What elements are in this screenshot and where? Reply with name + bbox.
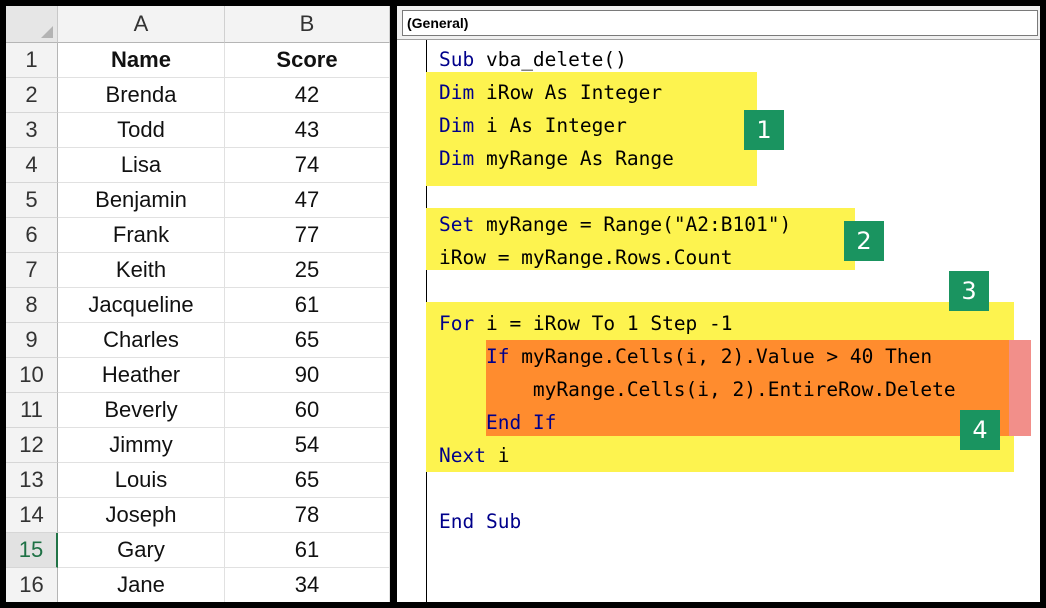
header-cell-name[interactable]: Name xyxy=(58,43,225,78)
cell-score[interactable]: 54 xyxy=(225,428,390,463)
code-keyword: Dim xyxy=(439,147,475,170)
screenshot-frame: A B 1 Name Score 2 Brenda 42 3 Todd 43 4 Lisa 74… xyxy=(0,0,1046,608)
cell-name[interactable]: Jimmy xyxy=(58,428,225,463)
code-line[interactable]: For i = iRow To 1 Step -1 xyxy=(439,307,733,340)
cell-name[interactable]: Todd xyxy=(58,113,225,148)
cell-name[interactable]: Joseph xyxy=(58,498,225,533)
row-header-3[interactable]: 3 xyxy=(6,113,58,148)
row-header-10[interactable]: 10 xyxy=(6,358,58,393)
cell-score[interactable]: 47 xyxy=(225,183,390,218)
row-header-4[interactable]: 4 xyxy=(6,148,58,183)
row-header-15[interactable]: 15 xyxy=(6,533,58,568)
row-header-5[interactable]: 5 xyxy=(6,183,58,218)
cell-name[interactable]: Charles xyxy=(58,323,225,358)
cell-score[interactable]: 65 xyxy=(225,323,390,358)
code-text: myRange = Range("A2:B101") xyxy=(474,213,792,236)
select-all-corner[interactable] xyxy=(6,6,58,43)
callout-badge-3: 3 xyxy=(949,271,989,311)
code-line[interactable]: Set myRange = Range("A2:B101") xyxy=(439,208,791,241)
cell-name[interactable]: Lisa xyxy=(58,148,225,183)
header-cell-score[interactable]: Score xyxy=(225,43,390,78)
object-dropdown[interactable]: (General) xyxy=(402,10,1038,36)
cell-name[interactable]: Brenda xyxy=(58,78,225,113)
cell-score[interactable]: 77 xyxy=(225,218,390,253)
code-keyword: Dim xyxy=(439,81,475,104)
row-header-9[interactable]: 9 xyxy=(6,323,58,358)
code-line[interactable]: If myRange.Cells(i, 2).Value > 40 Then xyxy=(439,340,932,373)
cell-score[interactable]: 61 xyxy=(225,288,390,323)
callout-badge-4: 4 xyxy=(960,410,1000,450)
callout-badge-2: 2 xyxy=(844,221,884,261)
column-header-a[interactable]: A xyxy=(58,6,225,43)
code-keyword: For xyxy=(439,312,475,335)
cell-score[interactable]: 65 xyxy=(225,463,390,498)
cell-name[interactable]: Louis xyxy=(58,463,225,498)
cell-name[interactable]: Jacqueline xyxy=(58,288,225,323)
cell-score[interactable]: 42 xyxy=(225,78,390,113)
row-header-11[interactable]: 11 xyxy=(6,393,58,428)
code-keyword: Dim xyxy=(439,114,475,137)
cell-name[interactable]: Jane xyxy=(58,568,225,602)
code-text: i As Integer xyxy=(474,114,627,137)
cell-name[interactable]: Heather xyxy=(58,358,225,393)
cell-score[interactable]: 60 xyxy=(225,393,390,428)
vba-code-window: (General) Sub vba_delete() Dim iRow As In… xyxy=(397,6,1040,602)
callout-badge-1: 1 xyxy=(744,110,784,150)
cell-score[interactable]: 43 xyxy=(225,113,390,148)
column-header-b[interactable]: B xyxy=(225,6,390,43)
code-line[interactable]: End If xyxy=(439,406,556,439)
code-keyword: Next xyxy=(439,444,486,467)
code-keyword: If xyxy=(439,345,510,368)
code-line[interactable]: End Sub xyxy=(439,505,521,538)
code-line[interactable]: Dim iRow As Integer xyxy=(439,76,662,109)
code-line[interactable]: Next i xyxy=(439,439,509,472)
code-text: i xyxy=(485,444,510,467)
code-text: i = iRow To 1 Step -1 xyxy=(474,312,733,335)
row-header-12[interactable]: 12 xyxy=(6,428,58,463)
code-line[interactable]: Sub vba_delete() xyxy=(439,43,627,76)
code-text: iRow = myRange.Rows.Count xyxy=(439,246,733,269)
row-header-14[interactable]: 14 xyxy=(6,498,58,533)
row-header-16[interactable]: 16 xyxy=(6,568,58,602)
row-header-6[interactable]: 6 xyxy=(6,218,58,253)
code-keyword: End If xyxy=(439,411,557,434)
row-header-1[interactable]: 1 xyxy=(6,43,58,78)
code-line[interactable]: Dim myRange As Range xyxy=(439,142,674,175)
row-header-8[interactable]: 8 xyxy=(6,288,58,323)
code-text: myRange As Range xyxy=(474,147,674,170)
row-header-2[interactable]: 2 xyxy=(6,78,58,113)
row-header-13[interactable]: 13 xyxy=(6,463,58,498)
cell-score[interactable]: 78 xyxy=(225,498,390,533)
cell-score[interactable]: 61 xyxy=(225,533,390,568)
code-text: myRange.Cells(i, 2).Value > 40 Then xyxy=(509,345,933,368)
cell-score[interactable]: 25 xyxy=(225,253,390,288)
code-text: iRow As Integer xyxy=(474,81,663,104)
code-keyword: End Sub xyxy=(439,510,522,533)
cell-name[interactable]: Frank xyxy=(58,218,225,253)
code-keyword: Set xyxy=(439,213,475,236)
cell-name[interactable]: Gary xyxy=(58,533,225,568)
cell-score[interactable]: 90 xyxy=(225,358,390,393)
procedure-bar: (General) xyxy=(397,6,1040,40)
code-keyword: Sub xyxy=(439,48,475,71)
code-line[interactable]: Dim i As Integer xyxy=(439,109,627,142)
cell-score[interactable]: 74 xyxy=(225,148,390,183)
code-text: myRange.Cells(i, 2).EntireRow.Delete xyxy=(439,378,956,401)
code-line[interactable]: iRow = myRange.Rows.Count xyxy=(439,241,733,274)
cell-name[interactable]: Beverly xyxy=(58,393,225,428)
code-text: vba_delete() xyxy=(474,48,627,71)
cell-score[interactable]: 34 xyxy=(225,568,390,602)
cell-name[interactable]: Benjamin xyxy=(58,183,225,218)
cell-name[interactable]: Keith xyxy=(58,253,225,288)
highlight-overflow xyxy=(1007,340,1031,436)
spreadsheet: A B 1 Name Score 2 Brenda 42 3 Todd 43 4 Lisa 74… xyxy=(6,6,390,602)
row-header-7[interactable]: 7 xyxy=(6,253,58,288)
code-line[interactable]: myRange.Cells(i, 2).EntireRow.Delete xyxy=(439,373,956,406)
